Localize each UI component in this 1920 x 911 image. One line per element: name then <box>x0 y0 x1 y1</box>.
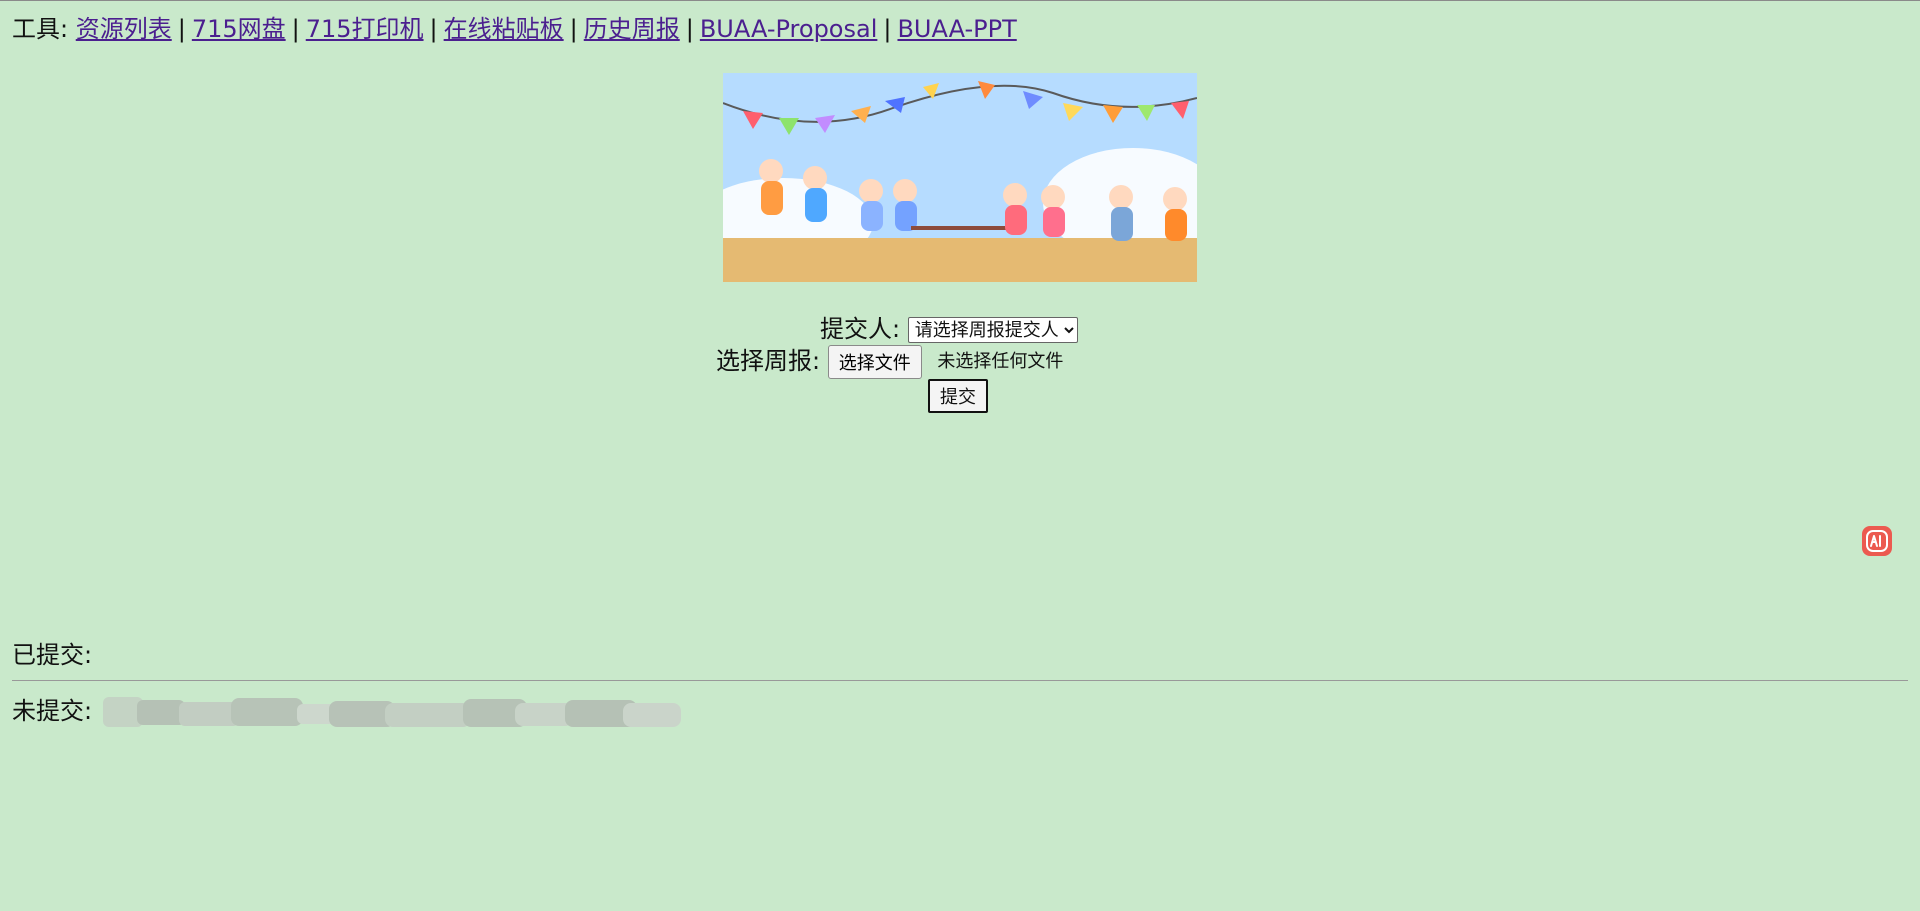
submit-button[interactable]: 提交 <box>928 379 988 413</box>
submitter-label: 提交人: <box>820 315 901 343</box>
banner-image <box>723 73 1197 282</box>
ai-icon[interactable] <box>1862 526 1892 556</box>
tool-link-715-printer[interactable]: 715打印机 <box>306 15 424 43</box>
choose-file-button[interactable]: 选择文件 <box>827 345 922 379</box>
section-divider <box>12 680 1908 681</box>
not-submitted-label: 未提交: <box>12 697 93 725</box>
top-border <box>0 0 1920 1</box>
redacted-name-list <box>103 694 688 730</box>
tool-link-resource-list[interactable]: 资源列表 <box>76 15 172 43</box>
tool-link-online-clipboard[interactable]: 在线粘贴板 <box>444 15 564 43</box>
report-row: 选择周报: 选择文件 未选择任何文件 <box>716 345 1063 379</box>
tool-link-buaa-proposal[interactable]: BUAA-Proposal <box>700 15 878 43</box>
report-label: 选择周报: <box>716 347 821 375</box>
submit-row: 提交 <box>928 379 988 413</box>
file-status-text: 未选择任何文件 <box>937 351 1064 372</box>
tool-link-history-report[interactable]: 历史周报 <box>584 15 680 43</box>
tool-link-715-disk[interactable]: 715网盘 <box>192 15 286 43</box>
submitter-select[interactable]: 请选择周报提交人 <box>907 317 1078 343</box>
tools-label: 工具: <box>12 15 69 43</box>
tool-link-buaa-ppt[interactable]: BUAA-PPT <box>897 15 1016 43</box>
submitter-row: 提交人: 请选择周报提交人 <box>820 314 1078 344</box>
tools-bar: 工具: 资源列表 | 715网盘 | 715打印机 | 在线粘贴板 | 历史周报 | BUAA-Pr… <box>12 15 1017 43</box>
submitted-label: 已提交: <box>12 641 93 669</box>
